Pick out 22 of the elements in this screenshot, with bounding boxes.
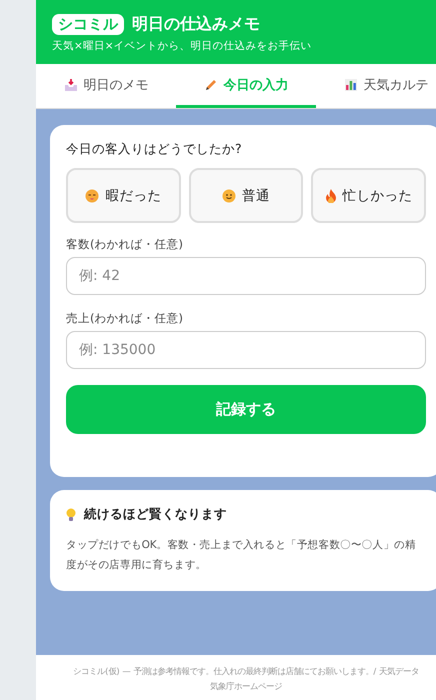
question-text: 今日の客入りはどうでしたか? (66, 141, 243, 158)
tip-text: タップだけでもOK。客数・売上まで入れると「予想客数〇〜〇人」の精度がその店専用に育ちます。 (66, 538, 417, 573)
field-label: 客数(わかれば・任意) (66, 237, 184, 252)
pencil-icon (204, 78, 218, 92)
choice-button[interactable]: 暇だった (66, 168, 181, 223)
choice-button[interactable]: 普通 (188, 168, 304, 223)
footer-text: 気象庁ホームページ (210, 680, 282, 693)
app-logo: シコミル (52, 14, 124, 35)
input-field[interactable]: 例: 135000 (66, 331, 426, 369)
inbox-icon (64, 78, 78, 92)
app-subtitle: 天気×曜日×イベントから、明日の仕込みをお手伝い (52, 39, 313, 53)
input-field[interactable]: 例: 42 (66, 257, 426, 295)
fire-icon (324, 188, 337, 202)
choice-button[interactable]: 忙しかった (311, 168, 426, 223)
sleepy-face-icon (85, 188, 100, 202)
bar-chart-icon (344, 78, 358, 92)
lightbulb-icon (66, 508, 76, 522)
tip-title: 続けるほど賢くなります (84, 506, 227, 523)
footer-text: シコミル(仮) — 予測は参考情報です。仕入れの最終判断は店舗にてお願いします。/ 天気データ (73, 665, 419, 678)
smiling-face-icon (222, 188, 236, 202)
field-label: 売上(わかれば・任意) (66, 311, 184, 326)
app-title: 明日の仕込みメモ (132, 14, 260, 35)
